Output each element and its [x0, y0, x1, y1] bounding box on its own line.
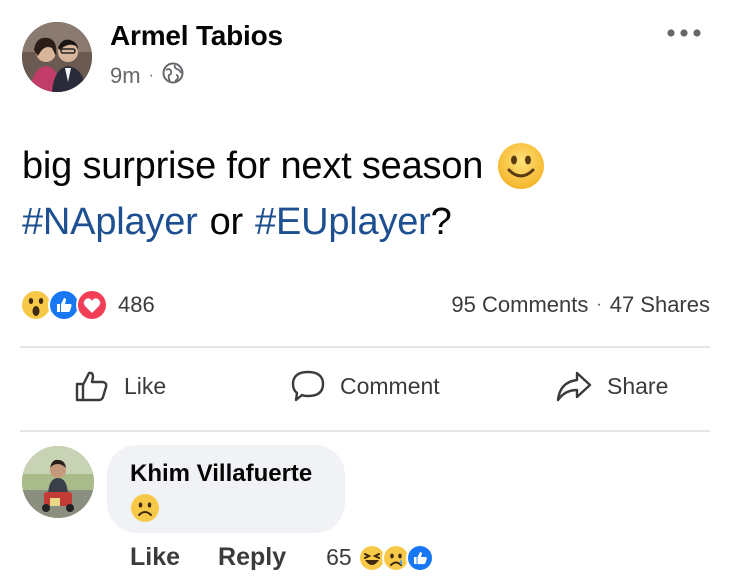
reactions-summary[interactable]: 486	[20, 289, 155, 321]
post-timestamp[interactable]: 9m	[110, 63, 141, 89]
divider-top	[20, 346, 710, 348]
hashtag-euplayer[interactable]: #EUplayer	[255, 194, 431, 250]
divider-bottom	[20, 430, 710, 432]
connector-text: or	[209, 201, 244, 243]
comment-like-button[interactable]: Like	[130, 543, 180, 572]
more-options-button[interactable]	[664, 20, 704, 46]
comment-reply-button[interactable]: Reply	[218, 543, 286, 572]
comment-icon	[291, 370, 325, 402]
comments-count[interactable]: 95 Comments	[451, 292, 588, 318]
like-reaction-icon	[405, 543, 434, 572]
share-button[interactable]: Share	[555, 368, 668, 404]
post-text-content: big surprise for next season	[22, 145, 484, 187]
comment-button[interactable]: Comment	[290, 368, 440, 404]
meta-separator: ·	[148, 67, 154, 84]
post-text-line-2: #NAplayer or #EUplayer ?	[22, 194, 545, 250]
reaction-count: 486	[118, 292, 155, 317]
question-mark: ?	[430, 201, 452, 243]
like-button[interactable]: Like	[74, 368, 166, 404]
post-meta: 9m ·	[110, 62, 184, 90]
globe-icon[interactable]	[162, 62, 184, 90]
love-reaction-icon	[76, 289, 108, 321]
author-avatar[interactable]	[22, 22, 92, 92]
share-arrow-icon	[556, 371, 592, 402]
counts-separator: ·	[596, 296, 602, 313]
more-horizontal-icon	[667, 29, 701, 37]
post-text: big surprise for next season #NAplayer o…	[22, 138, 545, 250]
author-name[interactable]: Armel Tabios	[110, 20, 283, 52]
frowning-face-emoji	[130, 493, 160, 523]
comment-label: Comment	[340, 372, 440, 399]
hashtag-naplayer[interactable]: #NAplayer	[22, 194, 198, 250]
smiling-face-emoji	[497, 142, 545, 190]
engagement-counts: 95 Comments · 47 Shares	[451, 292, 710, 318]
comment-reaction-count[interactable]: 65	[326, 544, 352, 571]
like-label: Like	[124, 372, 167, 399]
commenter-avatar[interactable]	[22, 446, 94, 518]
share-label: Share	[607, 372, 669, 399]
comment-actions: Like Reply 65	[130, 543, 434, 572]
shares-count[interactable]: 47 Shares	[610, 292, 710, 318]
thumbs-up-icon	[75, 371, 108, 402]
facebook-post: Armel Tabios 9m · big surprise for next …	[0, 0, 730, 578]
commenter-name[interactable]: Khim Villafuerte	[130, 460, 312, 488]
post-text-line-1: big surprise for next season	[22, 138, 545, 194]
